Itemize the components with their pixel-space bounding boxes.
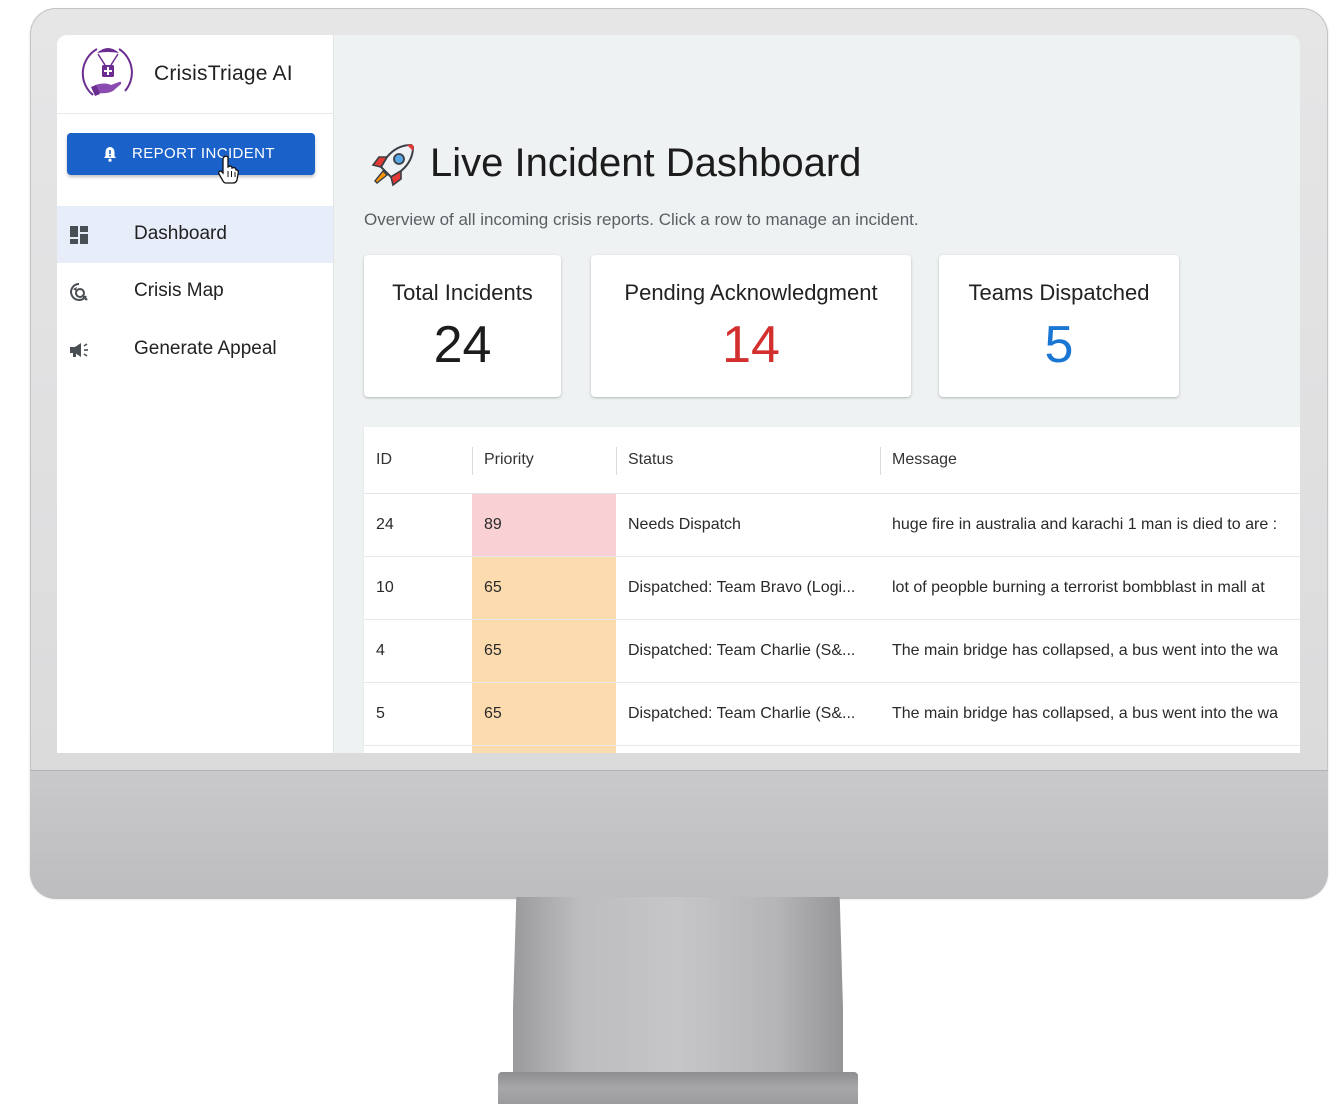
sidebar-item-crisis-map[interactable]: Crisis Map xyxy=(57,263,333,320)
cell-status: Dispatched: Team Bravo (Logi... xyxy=(628,579,856,596)
cell-priority: 65 xyxy=(472,557,616,619)
table-row[interactable]: 4 65 Dispatched: Team Charlie (S&... The… xyxy=(364,620,1300,683)
cell-id: 4 xyxy=(376,642,385,659)
sidebar-item-dashboard[interactable]: Dashboard xyxy=(57,206,333,263)
column-header-priority[interactable]: Priority xyxy=(484,451,534,469)
column-header-id[interactable]: ID xyxy=(376,451,392,469)
stat-label: Total Incidents xyxy=(392,280,533,305)
cell-priority: 65 xyxy=(472,620,616,682)
cell-message: lot of peopble burning a terrorist bombb… xyxy=(892,579,1265,596)
stat-card-teams-dispatched: Teams Dispatched 5 xyxy=(939,255,1179,397)
rocket-icon xyxy=(371,143,415,187)
page-title: Live Incident Dashboard xyxy=(430,141,862,185)
column-separator xyxy=(880,447,881,475)
stat-value: 5 xyxy=(1044,316,1074,374)
cell-status: Dispatched: Team Charlie (S&... xyxy=(628,642,856,659)
table-row[interactable] xyxy=(364,746,1300,753)
bell-alert-icon xyxy=(104,147,116,162)
app-name: CrisisTriage AI xyxy=(154,62,293,85)
main-content: Live Incident Dashboard Overview of all … xyxy=(334,35,1300,753)
cell-status: Needs Dispatch xyxy=(628,516,741,533)
cell-message: huge fire in australia and karachi 1 man… xyxy=(892,516,1278,533)
column-separator xyxy=(472,447,473,475)
table-row[interactable]: 5 65 Dispatched: Team Charlie (S&... The… xyxy=(364,683,1300,746)
cell-priority xyxy=(472,746,616,753)
cell-id: 24 xyxy=(376,516,394,533)
stat-card-total-incidents: Total Incidents 24 xyxy=(364,255,561,397)
cell-id: 10 xyxy=(376,579,394,596)
cell-id: 5 xyxy=(376,705,385,722)
dashboard-icon xyxy=(70,226,88,244)
crisis-triage-logo-icon xyxy=(81,48,133,96)
stat-value: 14 xyxy=(722,316,780,374)
megaphone-icon xyxy=(70,343,88,357)
monitor-chin xyxy=(30,770,1328,899)
stat-label: Teams Dispatched xyxy=(968,280,1150,305)
sidebar: CrisisTriage AI REPORT INCIDENT Dashboar… xyxy=(57,35,334,753)
column-separator xyxy=(616,447,617,475)
cell-status: Dispatched: Team Charlie (S&... xyxy=(628,705,856,722)
cell-message: The main bridge has collapsed, a bus wen… xyxy=(892,642,1279,659)
app-screen: CrisisTriage AI REPORT INCIDENT Dashboar… xyxy=(57,35,1300,753)
sidebar-item-label: Dashboard xyxy=(134,223,227,244)
report-incident-button[interactable]: REPORT INCIDENT xyxy=(67,133,315,175)
page-subtitle: Overview of all incoming crisis reports.… xyxy=(364,210,919,229)
sidebar-item-generate-appeal[interactable]: Generate Appeal xyxy=(57,321,333,378)
monitor-stand-base xyxy=(498,1072,858,1104)
table-header: ID Priority Status Message xyxy=(364,427,1300,494)
stat-card-pending-acknowledgment: Pending Acknowledgment 14 xyxy=(591,255,911,397)
table-row[interactable]: 24 89 Needs Dispatch huge fire in austra… xyxy=(364,494,1300,557)
monitor-stand xyxy=(513,897,843,1082)
brand-header: CrisisTriage AI xyxy=(57,35,333,114)
sidebar-item-label: Crisis Map xyxy=(134,280,224,301)
incidents-table: ID Priority Status Message 24 89 Needs D… xyxy=(364,427,1300,753)
stat-value: 24 xyxy=(433,316,492,374)
map-search-icon xyxy=(70,283,88,301)
column-header-message[interactable]: Message xyxy=(892,451,957,469)
table-row[interactable]: 10 65 Dispatched: Team Bravo (Logi... lo… xyxy=(364,557,1300,620)
column-header-status[interactable]: Status xyxy=(628,451,673,469)
hand-cursor-icon xyxy=(218,155,239,184)
report-incident-label: REPORT INCIDENT xyxy=(132,145,275,162)
cell-message: The main bridge has collapsed, a bus wen… xyxy=(892,705,1279,722)
sidebar-item-label: Generate Appeal xyxy=(134,338,277,359)
cell-priority: 89 xyxy=(472,494,616,556)
cell-priority: 65 xyxy=(472,683,616,745)
stat-label: Pending Acknowledgment xyxy=(624,280,878,305)
